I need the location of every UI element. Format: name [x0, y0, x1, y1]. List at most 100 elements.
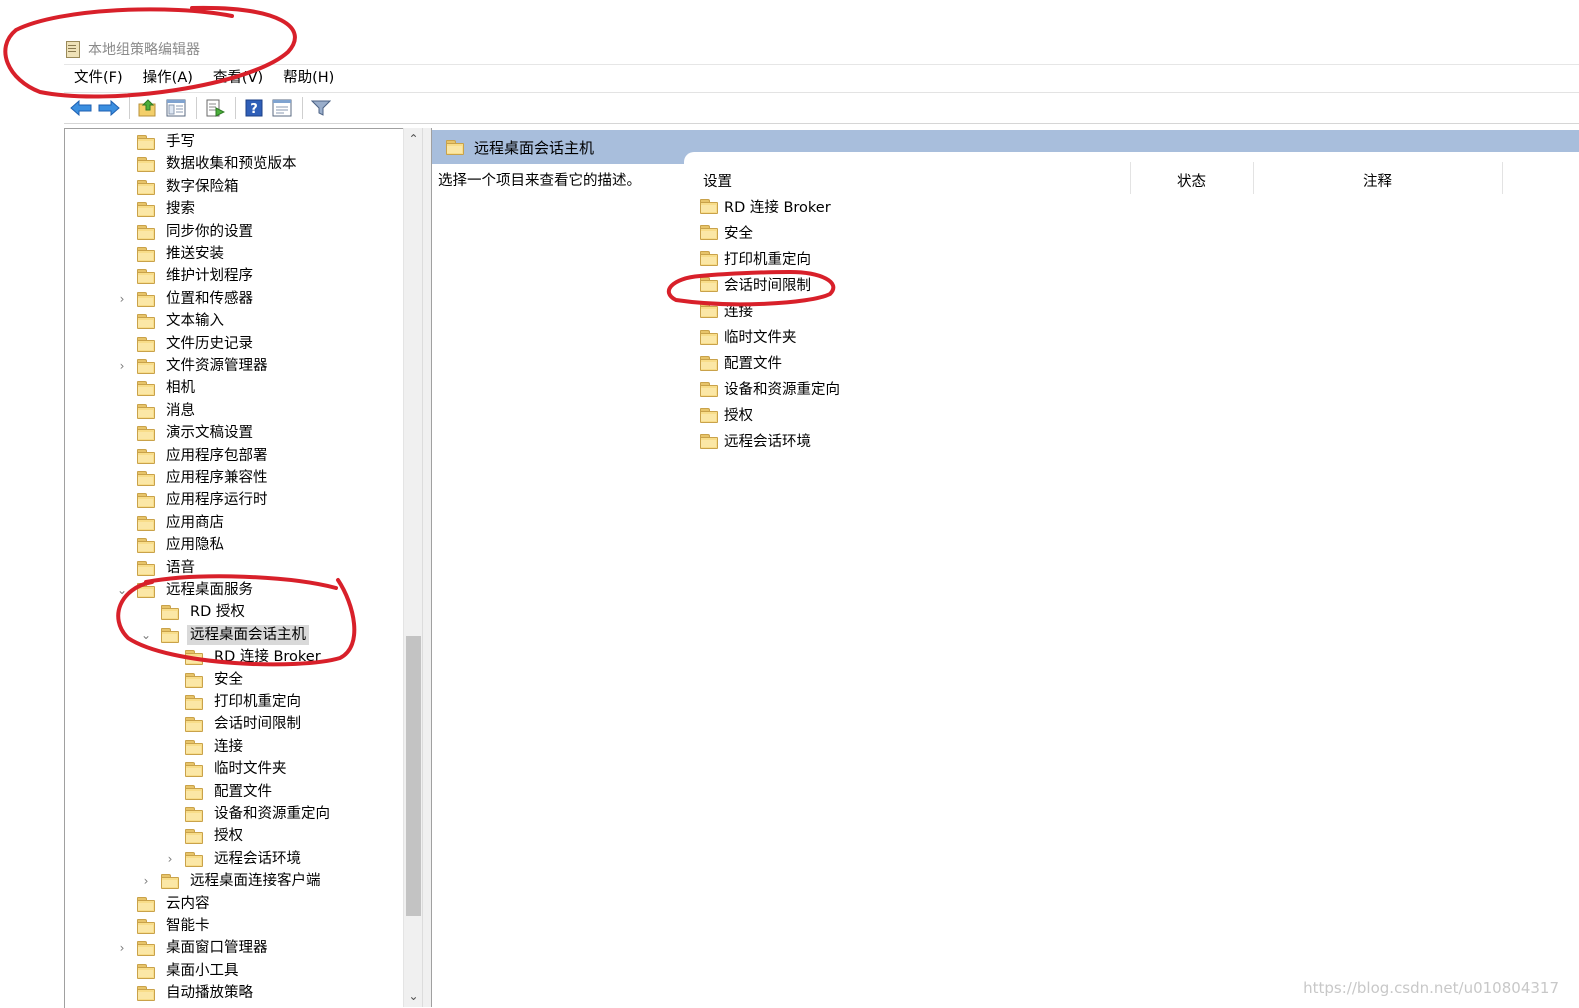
tree-item[interactable]: 维护计划程序: [115, 265, 256, 287]
navigation-tree[interactable]: 手写数据收集和预览版本 数字保险箱搜索同步你的设置 推送安装 维护计划程序 › 位置和传感…: [64, 128, 423, 1008]
tree-item[interactable]: 应用程序兼容性: [115, 467, 271, 489]
tree-item-label: RD 授权: [190, 604, 245, 621]
tree-item[interactable]: RD 连接 Broker: [163, 646, 324, 668]
folder-icon: [185, 784, 203, 800]
settings-list-item[interactable]: 设备和资源重定向: [700, 378, 840, 400]
watermark-text: https://blog.csdn.net/u010804317: [1303, 979, 1559, 997]
show-hide-tree-button[interactable]: [163, 96, 189, 120]
expand-chevron-icon[interactable]: ›: [139, 874, 153, 888]
settings-list-item[interactable]: RD 连接 Broker: [700, 195, 831, 217]
tree-item[interactable]: 文本输入: [115, 310, 227, 332]
properties-button[interactable]: [269, 96, 295, 120]
tree-item[interactable]: 文件历史记录: [115, 333, 256, 355]
tree-item-label: 连接: [214, 738, 243, 755]
collapse-chevron-icon[interactable]: ⌄: [139, 628, 153, 642]
tree-item[interactable]: 桌面小工具: [115, 960, 242, 982]
tree-item[interactable]: 设备和资源重定向: [163, 803, 333, 825]
column-separator[interactable]: [1130, 162, 1131, 194]
settings-list-item[interactable]: 打印机重定向: [700, 247, 811, 269]
tree-item[interactable]: 应用隐私: [115, 534, 227, 556]
tree-item[interactable]: 演示文稿设置: [115, 422, 256, 444]
menu-help[interactable]: 帮助(H): [273, 65, 344, 91]
tree-item[interactable]: ⌄ 远程桌面服务: [115, 579, 256, 601]
collapse-chevron-icon[interactable]: ⌄: [115, 583, 129, 597]
tree-item[interactable]: 自动播放策略: [115, 982, 256, 1004]
tree-item-label: 应用隐私: [166, 537, 224, 554]
column-header-state[interactable]: 状态: [1177, 167, 1206, 193]
tree-item[interactable]: 应用程序包部署: [115, 445, 271, 467]
tree-item[interactable]: 数据收集和预览版本: [115, 153, 300, 175]
filter-button[interactable]: [308, 96, 334, 120]
settings-list-item[interactable]: 连接: [700, 299, 753, 321]
settings-list-item[interactable]: 授权: [700, 404, 753, 426]
expand-chevron-icon[interactable]: ›: [115, 292, 129, 306]
settings-list-item-label: 会话时间限制: [724, 277, 811, 294]
forward-button[interactable]: [96, 96, 122, 120]
tree-item-label: 手写: [166, 134, 195, 150]
tree-item[interactable]: 应用程序运行时: [115, 489, 271, 511]
column-header-setting[interactable]: 设置: [703, 167, 732, 193]
tree-item[interactable]: 同步你的设置: [115, 221, 256, 243]
tree-item[interactable]: 相机: [115, 377, 198, 399]
folder-icon: [700, 407, 718, 423]
menu-file[interactable]: 文件(F): [64, 65, 133, 91]
expand-chevron-icon[interactable]: ›: [163, 852, 177, 866]
export-list-button[interactable]: [202, 96, 228, 120]
up-one-level-button[interactable]: [135, 96, 161, 120]
tree-item[interactable]: 授权: [163, 825, 246, 847]
folder-icon: [700, 303, 718, 319]
tree-item[interactable]: ⌄ 远程桌面会话主机: [139, 624, 309, 646]
tree-item[interactable]: 消息: [115, 400, 198, 422]
tree-item[interactable]: 应用商店: [115, 512, 227, 534]
settings-list-item[interactable]: 会话时间限制: [700, 273, 811, 295]
settings-list-item[interactable]: 配置文件: [700, 352, 782, 374]
tree-item[interactable]: 搜索: [115, 198, 198, 220]
filter-icon: [311, 100, 331, 116]
folder-icon: [700, 329, 718, 345]
tree-item[interactable]: › 远程桌面连接客户端: [139, 870, 324, 892]
tree-item[interactable]: › 位置和传感器: [115, 288, 256, 310]
column-separator[interactable]: [1253, 162, 1254, 194]
tree-item[interactable]: 安全: [163, 669, 246, 691]
tree-item[interactable]: 推送安装: [115, 243, 227, 265]
scroll-thumb[interactable]: [406, 636, 421, 916]
tree-item-label: 应用程序兼容性: [166, 470, 268, 486]
tree-item[interactable]: 手写: [115, 131, 198, 153]
tree-item[interactable]: 智能卡: [115, 915, 213, 937]
settings-list-item-label: RD 连接 Broker: [724, 199, 831, 216]
expand-chevron-icon[interactable]: ›: [115, 359, 129, 373]
back-button[interactable]: [68, 96, 94, 120]
tree-item[interactable]: 云内容: [115, 893, 213, 915]
column-header-comment[interactable]: 注释: [1363, 167, 1392, 193]
tree-item[interactable]: 打印机重定向: [163, 691, 304, 713]
scroll-up-icon[interactable]: ⌃: [404, 130, 423, 148]
tree-item[interactable]: › 文件资源管理器: [115, 355, 271, 377]
tree-item[interactable]: › 远程会话环境: [163, 848, 304, 870]
tree-item[interactable]: 语音: [115, 557, 198, 579]
tree-item[interactable]: › 桌面窗口管理器: [115, 937, 271, 959]
settings-list-item[interactable]: 临时文件夹: [700, 326, 797, 348]
tree-item[interactable]: 数字保险箱: [115, 176, 242, 198]
tree-item-label: 临时文件夹: [214, 761, 287, 778]
menu-action[interactable]: 操作(A): [133, 65, 203, 91]
help-button[interactable]: ?: [241, 96, 267, 120]
settings-list-item[interactable]: 远程会话环境: [700, 430, 811, 452]
scroll-down-icon[interactable]: ⌄: [404, 987, 423, 1005]
settings-list-item[interactable]: 安全: [700, 221, 753, 243]
menu-view[interactable]: 查看(V): [203, 65, 273, 91]
tree-scrollbar[interactable]: ⌃ ⌄: [403, 128, 423, 1007]
column-separator[interactable]: [1502, 162, 1503, 194]
expand-chevron-icon[interactable]: ›: [115, 941, 129, 955]
description-text: 选择一个项目来查看它的描述。: [438, 173, 641, 189]
tree-item-label: 搜索: [166, 201, 195, 218]
tree-item[interactable]: RD 授权: [139, 601, 248, 623]
toolbar-separator: [302, 97, 303, 119]
folder-icon: [137, 963, 155, 979]
tree-item[interactable]: 会话时间限制: [163, 713, 304, 735]
tree-item[interactable]: 临时文件夹: [163, 758, 290, 780]
pane-splitter[interactable]: [422, 128, 432, 1007]
svg-text:?: ?: [250, 102, 258, 117]
tree-item[interactable]: 连接: [163, 736, 246, 758]
tree-item[interactable]: 配置文件: [163, 781, 275, 803]
tree-item-label: 应用商店: [166, 514, 224, 531]
